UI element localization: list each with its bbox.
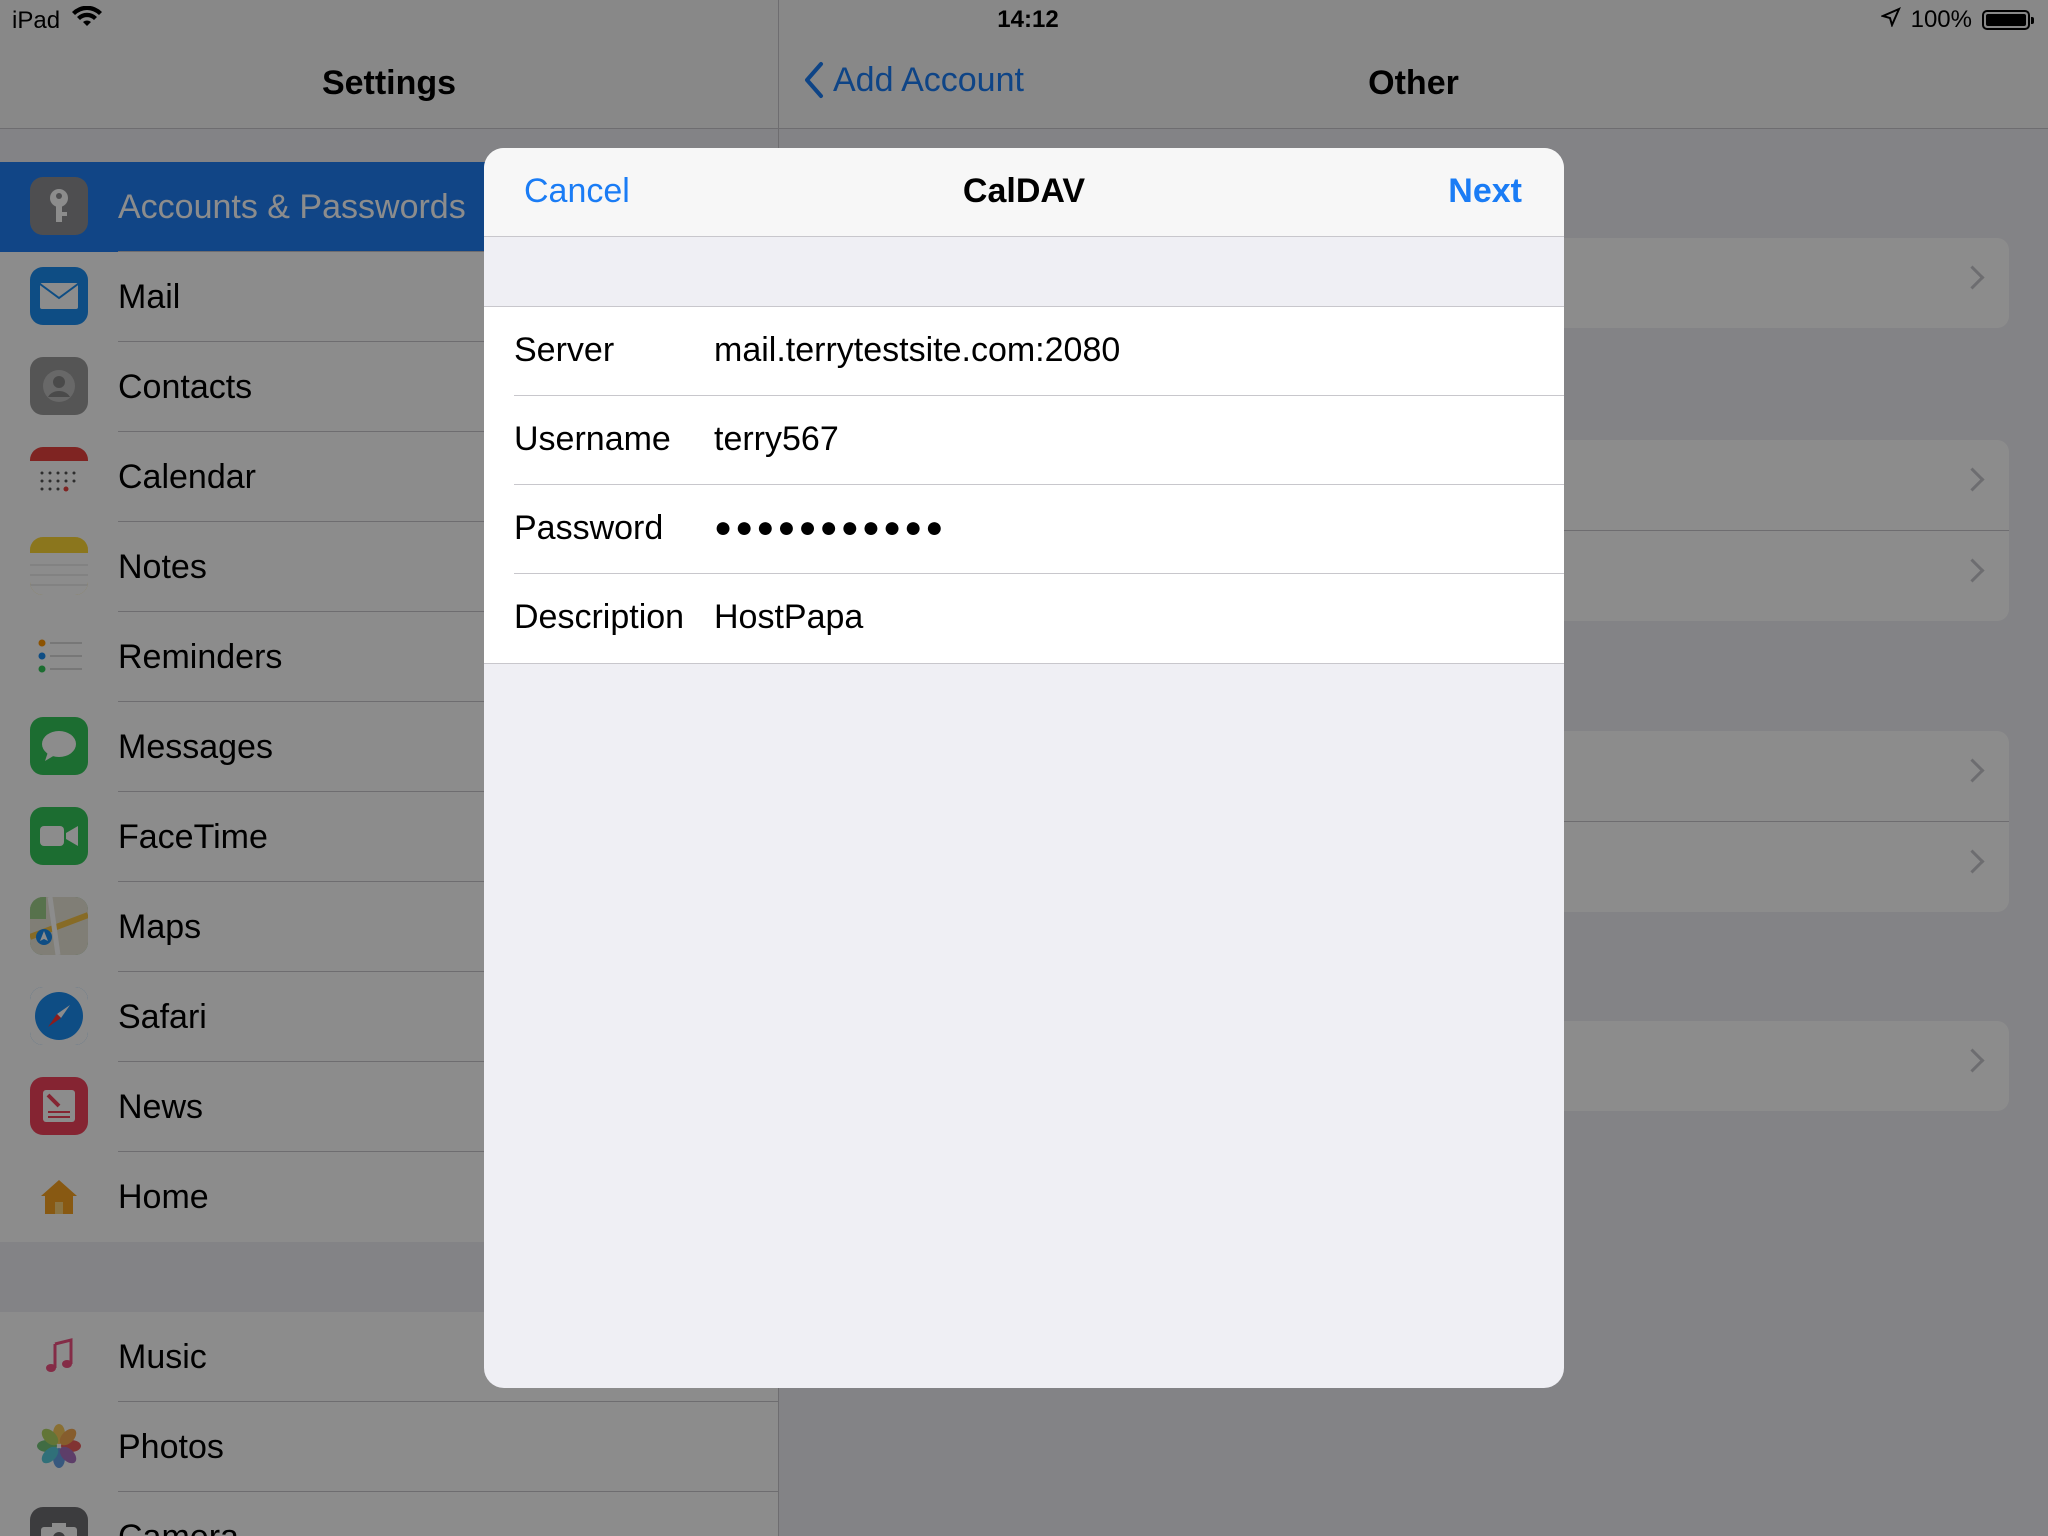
caldav-navbar: Cancel CalDAV Next (484, 148, 1564, 237)
location-icon (1879, 6, 1901, 34)
description-label: Description (514, 598, 685, 636)
battery-icon (1982, 10, 2034, 30)
battery-fill (1986, 14, 2026, 26)
clock: 14:12 (997, 6, 1059, 33)
password-label: Password (514, 509, 664, 547)
server-field[interactable]: mail.terrytestsite.com:2080 (714, 331, 1120, 370)
username-row[interactable]: Username terry567 (484, 396, 1564, 485)
username-label: Username (514, 420, 671, 458)
caldav-sheet: Cancel CalDAV Next Server mail.terrytest… (484, 148, 1564, 1388)
password-field[interactable]: ●●●●●●●●●●● (714, 511, 946, 545)
next-button[interactable]: Next (1448, 172, 1522, 211)
server-label: Server (514, 331, 615, 369)
password-row[interactable]: Password ●●●●●●●●●●● (484, 485, 1564, 574)
description-field[interactable]: HostPapa (714, 598, 863, 637)
description-row[interactable]: Description HostPapa (484, 574, 1564, 663)
caldav-form: Server mail.terrytestsite.com:2080 Usern… (484, 306, 1564, 664)
caldav-title: CalDAV (962, 172, 1086, 210)
battery-percent: 100% (1910, 6, 1972, 33)
server-row[interactable]: Server mail.terrytestsite.com:2080 (484, 307, 1564, 396)
status-bar: iPad 14:12 100% (0, 0, 2048, 40)
username-field[interactable]: terry567 (714, 420, 839, 459)
